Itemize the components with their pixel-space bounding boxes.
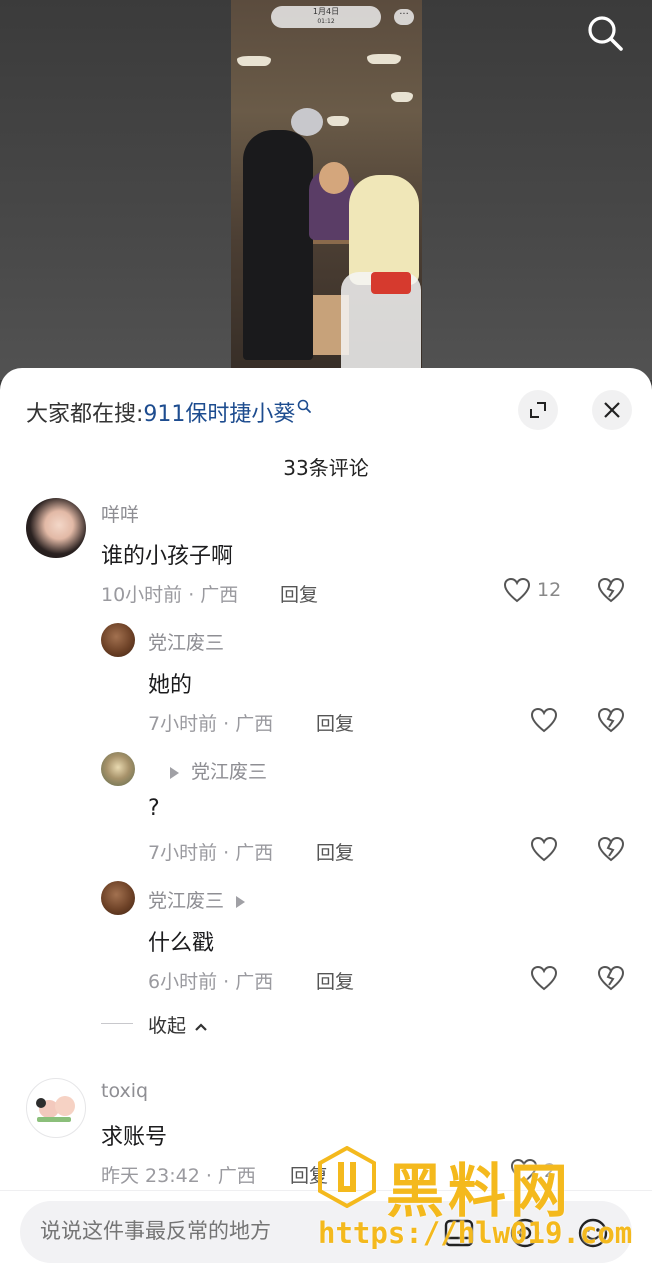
ceiling-lamp [391,92,413,102]
collapse-divider [101,1023,133,1024]
heart-icon[interactable] [530,965,558,991]
search-small-icon [298,399,312,413]
comment-text: 求账号 [101,1125,168,1150]
like-button[interactable]: 12 [503,577,561,603]
heart-icon[interactable] [530,836,558,862]
comment-author[interactable]: toxiq [101,1080,148,1102]
video-frame: 1月4日 01:12 ··· [231,0,422,372]
expand-button[interactable] [518,390,558,430]
close-button[interactable] [592,390,632,430]
reply-button[interactable]: 回复 [316,709,354,736]
video-player[interactable]: 1月4日 01:12 ··· [0,0,652,380]
trending-prefix: 大家都在搜: [26,402,144,427]
heart-icon[interactable] [530,707,558,733]
like-count: 12 [537,579,562,601]
collapse-replies-button[interactable]: 收起 [148,1011,208,1038]
collapse-label: 收起 [148,1015,187,1037]
video-bottle-cap [371,272,411,294]
video-time: 01:12 [317,18,335,25]
reply-arrow-icon [236,895,246,908]
ceiling-lamp [367,54,401,64]
dislike-heart-icon[interactable] [597,707,625,733]
reply-button[interactable]: 回复 [316,838,354,865]
video-date: 1月4日 [312,7,340,16]
reply-arrow-icon [170,766,179,779]
reply-to-name[interactable]: 党江废三 [191,761,267,783]
avatar[interactable] [101,623,135,657]
expand-icon [530,402,546,418]
ceiling-lamp [237,56,271,66]
avatar-illustration [36,1096,75,1122]
watermark: 黑料网 https://hlw019.com [312,1140,642,1256]
watermark-url: https://hlw019.com [318,1216,633,1250]
trending-search[interactable]: 大家都在搜:911保时捷小葵 [26,396,312,428]
heart-icon [503,577,531,603]
reply-button[interactable]: 回复 [316,967,354,994]
dislike-heart-icon[interactable] [597,577,625,603]
search-icon[interactable] [586,14,624,52]
chevron-up-icon [195,1022,207,1031]
video-staff-figure [243,130,313,360]
reply-meta: 7小时前 · 广西 [148,842,274,864]
dislike-heart-icon[interactable] [597,965,625,991]
reply-button[interactable]: 回复 [280,580,318,607]
avatar[interactable] [26,1078,86,1138]
ceiling-lamp [327,116,349,126]
reply-author[interactable]: 党江废三 [148,628,224,655]
reply-to-label: 党江废三 [170,757,267,784]
reply-text: 什么戳 [148,931,215,956]
watermark-logo-icon [318,1146,376,1208]
avatar[interactable] [101,881,135,915]
video-child-head [319,162,349,194]
reply-text: 她的 [148,673,193,698]
video-blonde-figure [349,175,419,285]
reply-author[interactable]: 党江废三 [148,890,224,912]
comment-text: 谁的小孩子啊 [101,544,234,569]
reply-author-row: 党江废三 [148,886,246,913]
trending-query-link[interactable]: 911保时捷小葵 [143,402,295,427]
video-date-pill: 1月4日 01:12 [271,6,381,28]
video-staff-cap [291,108,323,136]
dislike-heart-icon[interactable] [597,836,625,862]
comment-author[interactable]: 咩咩 [101,500,139,527]
avatar[interactable] [101,752,135,786]
close-icon [604,402,620,418]
reply-text: ? [148,796,160,821]
comments-count: 33条评论 [283,456,369,480]
comment-meta: 10小时前 · 广西 [101,584,239,606]
comment-meta: 昨天 23:42 · 广西 [101,1165,256,1187]
video-more-icon: ··· [394,9,414,25]
reply-meta: 6小时前 · 广西 [148,971,274,993]
reply-meta: 7小时前 · 广西 [148,713,274,735]
avatar[interactable] [26,498,86,558]
